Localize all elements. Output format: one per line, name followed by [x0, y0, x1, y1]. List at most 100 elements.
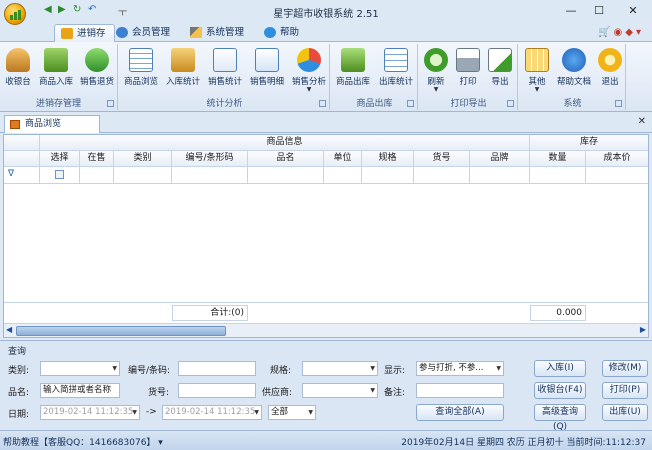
group-launcher[interactable] [615, 100, 622, 107]
ribbon: 收银台 商品入库 销售退货 进销存管理 商品浏览 入库统计 销售统计 销售明细 [0, 42, 652, 112]
pos-action-button[interactable]: 收银台(F4) [534, 382, 586, 399]
other-button[interactable]: 其他 ▼ [522, 46, 552, 94]
edit-button[interactable]: 修改(M) [602, 360, 648, 377]
sales-stats-button[interactable]: 销售统计 [206, 46, 244, 94]
help-doc-button[interactable]: 帮助文档 [554, 46, 594, 94]
col-category[interactable]: 类别 [114, 151, 172, 166]
display-select[interactable]: 参与打折, 不参... ▼ [416, 361, 504, 376]
ribbon-right-icons[interactable]: 🛒◉◆▾ [598, 27, 644, 38]
group-stock-out: 商品出库 出库统计 商品出库 [332, 44, 418, 110]
scroll-thumb[interactable] [16, 326, 226, 336]
note-input[interactable] [416, 383, 504, 398]
filter-cell[interactable] [470, 167, 530, 183]
export-icon [488, 48, 512, 72]
advanced-query-button[interactable]: 高级查询(Q) [534, 404, 586, 432]
filter-cell[interactable] [362, 167, 414, 183]
filter-cell[interactable] [530, 167, 586, 183]
close-doc-tab-icon[interactable]: ✕ [638, 116, 646, 127]
sales-detail-button[interactable]: 销售明细 [248, 46, 286, 94]
note-label: 备注: [384, 388, 406, 398]
horizontal-scrollbar[interactable]: ◀ ▶ [4, 323, 648, 337]
col-spec[interactable]: 规格 [362, 151, 414, 166]
pos-button[interactable]: 收银台 [3, 46, 33, 94]
stock-in-action-button[interactable]: 入库(I) [534, 360, 586, 377]
stock-out-button[interactable]: 商品出库 [334, 46, 372, 94]
export-button[interactable]: 导出 [486, 46, 514, 94]
supplier-select[interactable]: ▼ [302, 383, 378, 398]
stock-in-button[interactable]: 商品入库 [36, 46, 76, 94]
date-to-picker[interactable]: 2019-02-14 11:12:35 ▼ [162, 405, 262, 420]
date-from-picker[interactable]: 2019-02-14 11:12:35 ▼ [40, 405, 140, 420]
spec-label: 规格: [270, 366, 292, 376]
tab-help[interactable]: 帮助 [258, 24, 307, 42]
filter-cell[interactable] [172, 167, 248, 183]
date-label: 日期: [8, 410, 30, 420]
maximize-button[interactable]: ☐ [586, 2, 612, 20]
exit-button[interactable]: 退出 [596, 46, 624, 94]
refresh-button[interactable]: 刷新 ▼ [422, 46, 450, 94]
name-input[interactable]: 输入简拼或者名称 [40, 383, 120, 398]
stock-out-action-button[interactable]: 出库(U) [602, 404, 648, 421]
filter-cell[interactable] [586, 167, 648, 183]
sales-analysis-button[interactable]: 销售分析 ▼ [290, 46, 328, 94]
category-select[interactable]: ▼ [40, 361, 120, 376]
browse-products-button[interactable]: 商品浏览 [122, 46, 160, 94]
col-select[interactable]: 选择 [40, 151, 80, 166]
select-all-checkbox[interactable] [55, 170, 64, 179]
status-datetime: 2019年02月14日 星期四 农历 正月初十 当前时间:11:12:37 [401, 438, 646, 448]
item-no-input[interactable] [178, 383, 256, 398]
chevron-down-icon: ▼ [132, 409, 137, 416]
range-select[interactable]: 全部 ▼ [268, 405, 316, 420]
tab-members[interactable]: 会员管理 [110, 24, 178, 42]
filter-cell[interactable] [248, 167, 324, 183]
minimize-button[interactable]: — [558, 2, 584, 20]
stock-out-stats-button[interactable]: 出库统计 [376, 46, 416, 94]
group-statistics: 商品浏览 入库统计 销售统计 销售明细 销售分析 ▼ 统计分析 [120, 44, 330, 110]
grid-filter-row: ∇ [4, 167, 648, 184]
chevron-down-icon: ▼ [370, 365, 375, 372]
tab-inventory[interactable]: 进销存 [54, 24, 115, 42]
print-action-button[interactable]: 打印(P) [602, 382, 648, 399]
group-launcher[interactable] [407, 100, 414, 107]
stock-in-stats-button[interactable]: 入库统计 [164, 46, 202, 94]
name-label: 品名: [8, 388, 30, 398]
close-button[interactable]: ✕ [620, 2, 646, 20]
dropdown-arrow-icon: ▼ [306, 86, 312, 93]
select-all-checkbox-cell [40, 167, 80, 183]
return-icon [85, 48, 109, 72]
scroll-left-icon[interactable]: ◀ [6, 325, 12, 334]
grid-column-header: 选择 在售 类别 编号/条形码 品名 单位 规格 货号 品牌 数量 成本价 [4, 151, 648, 167]
group-launcher[interactable] [507, 100, 514, 107]
col-on-sale[interactable]: 在售 [80, 151, 114, 166]
tab-system[interactable]: 系统管理 [184, 24, 252, 42]
print-button[interactable]: 打印 [454, 46, 482, 94]
product-grid[interactable]: 商品信息 库存 选择 在售 类别 编号/条形码 品名 单位 规格 货号 品牌 数… [3, 134, 649, 338]
col-quantity[interactable]: 数量 [530, 151, 586, 166]
filter-cell[interactable] [80, 167, 114, 183]
sales-return-button[interactable]: 销售退货 [78, 46, 116, 94]
group-launcher[interactable] [319, 100, 326, 107]
doc-tab-product-browse[interactable]: 商品浏览 [4, 115, 100, 133]
col-cost-price[interactable]: 成本价 [586, 151, 648, 166]
col-name[interactable]: 品名 [248, 151, 324, 166]
filter-icon[interactable]: ∇ [4, 167, 40, 183]
chevron-down-icon: ▼ [496, 365, 501, 372]
spec-select[interactable]: ▼ [302, 361, 378, 376]
col-code[interactable]: 编号/条形码 [172, 151, 248, 166]
col-brand[interactable]: 品牌 [470, 151, 530, 166]
query-all-button[interactable]: 查询全部(A) [416, 404, 504, 421]
code-input[interactable] [178, 361, 256, 376]
group-inventory: 收银台 商品入库 销售退货 进销存管理 [0, 44, 118, 110]
group-launcher[interactable] [107, 100, 114, 107]
filter-cell[interactable] [414, 167, 470, 183]
filter-cell[interactable] [324, 167, 362, 183]
col-unit[interactable]: 单位 [324, 151, 362, 166]
group-label: 统计分析 [206, 99, 243, 109]
row-header-corner [4, 135, 40, 150]
scroll-right-icon[interactable]: ▶ [640, 325, 646, 334]
filter-cell[interactable] [114, 167, 172, 183]
col-item-no[interactable]: 货号 [414, 151, 470, 166]
app-menu-button[interactable] [4, 3, 26, 25]
help-tutorial-link[interactable]: 帮助教程【客服QQ：1416683076】 ▾ [3, 435, 163, 448]
chart-board-icon [213, 48, 237, 72]
